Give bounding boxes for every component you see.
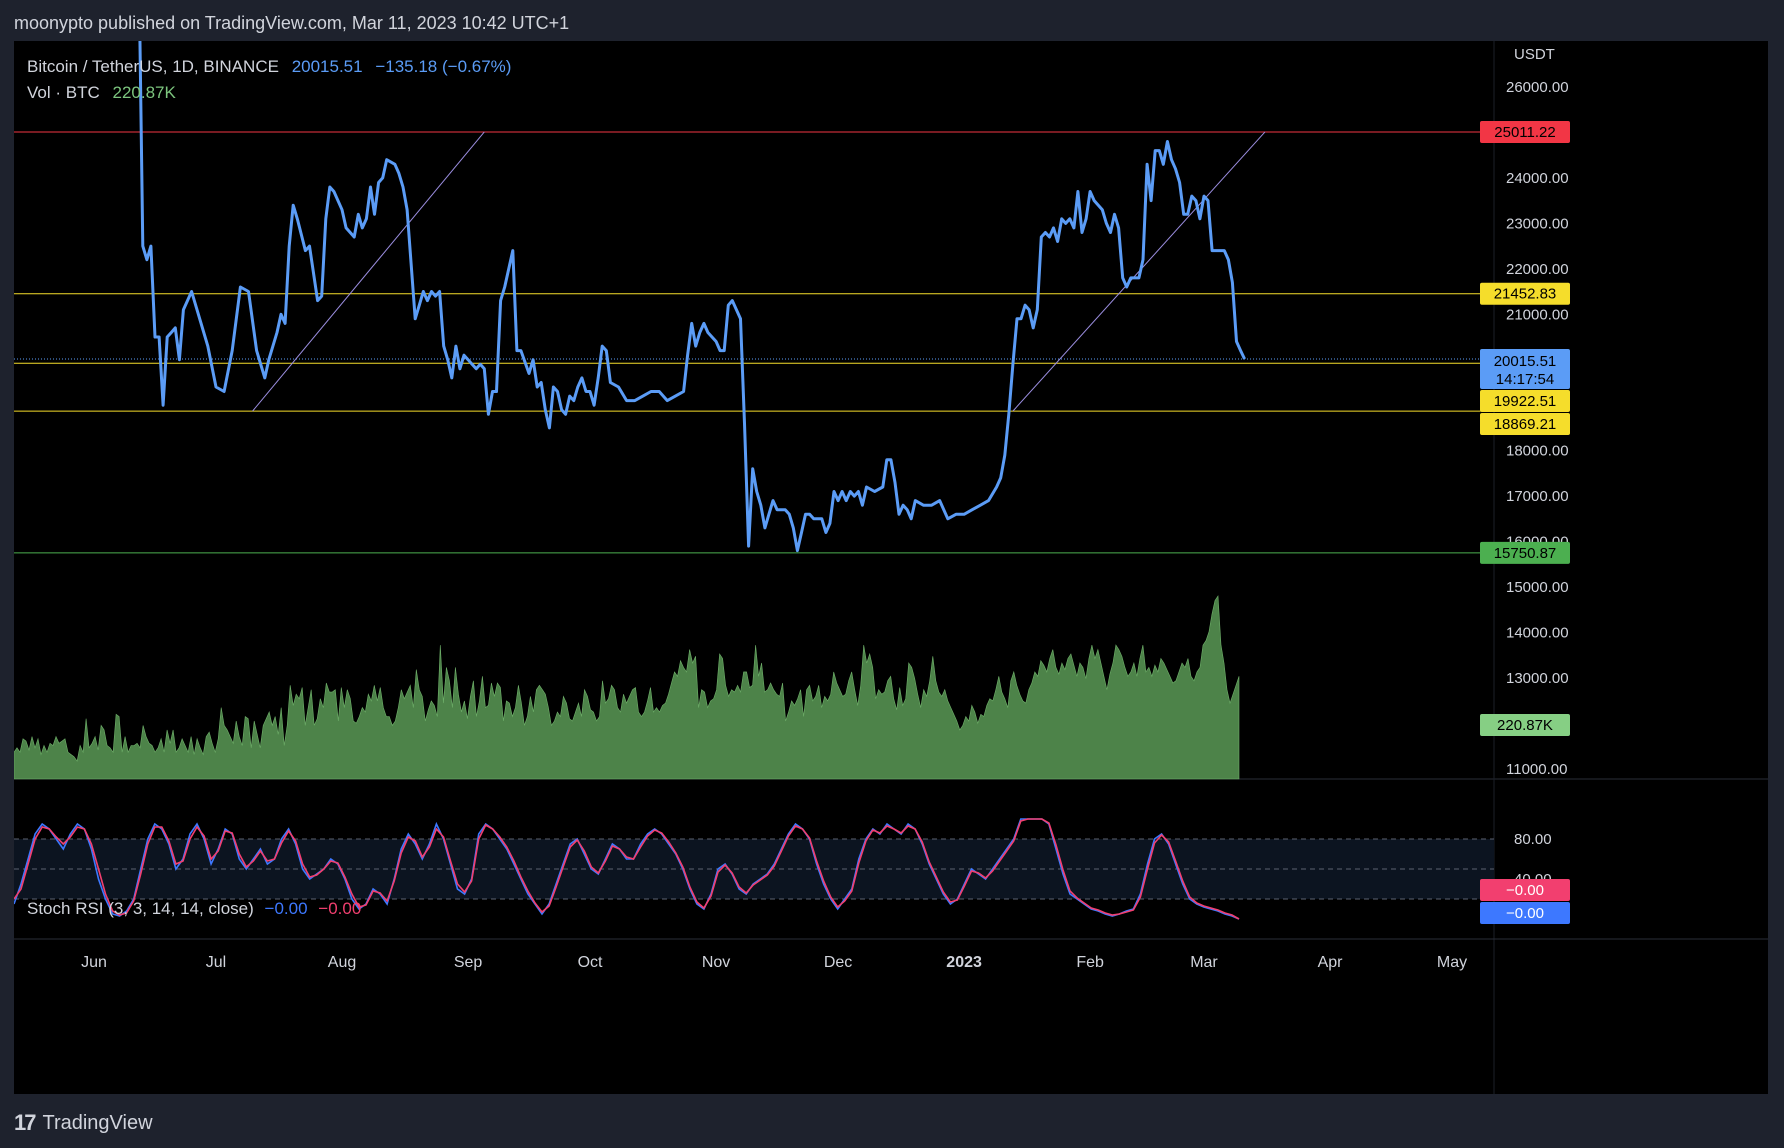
levels-layer bbox=[14, 131, 1494, 554]
x-tick-label: Jul bbox=[206, 954, 226, 971]
x-tick-label: Apr bbox=[1318, 954, 1344, 971]
y-tick-label: 22000.00 bbox=[1506, 261, 1569, 278]
trendlines-layer bbox=[252, 131, 1266, 412]
rsi-tick-label: 80.00 bbox=[1514, 831, 1552, 848]
y-tick-label: 17000.00 bbox=[1506, 488, 1569, 505]
x-tick-label: Sep bbox=[454, 954, 483, 971]
x-tick-label: Aug bbox=[328, 954, 356, 971]
price-layer bbox=[138, 41, 1246, 553]
y-tick-label: 11000.00 bbox=[1506, 761, 1567, 778]
publish-header: moonypto published on TradingView.com, M… bbox=[14, 13, 570, 33]
x-tick-label: Feb bbox=[1076, 954, 1104, 971]
y-tick-label: 15000.00 bbox=[1506, 579, 1569, 596]
volume-layer bbox=[14, 595, 1240, 780]
level-tag-1: 21452.83 bbox=[1494, 286, 1557, 303]
level-tag-0: 25011.22 bbox=[1494, 124, 1555, 141]
current-price-tag: 20015.51 bbox=[1494, 353, 1557, 370]
x-tick-label: Nov bbox=[702, 954, 730, 971]
currency-label: USDT bbox=[1514, 46, 1555, 63]
level-tag-4: 15750.87 bbox=[1494, 545, 1557, 562]
rsi-d-tag: −0.00 bbox=[1506, 882, 1544, 899]
stoch-rsi-legend: Stoch RSI (3, 3, 14, 14, close) −0.00 −0… bbox=[27, 899, 361, 919]
x-tick-label: 2023 bbox=[946, 954, 982, 971]
volume-tag: 220.87K bbox=[1497, 717, 1553, 734]
chart-legend: Bitcoin / TetherUS, 1D, BINANCE 20015.51… bbox=[27, 54, 511, 106]
grid bbox=[14, 41, 1768, 1094]
x-tick-label: May bbox=[1437, 954, 1467, 971]
y-tick-label: 13000.00 bbox=[1506, 670, 1569, 687]
chart-svg[interactable]: USDT 26000.00 24000.00 23000.00 22000.00 2100… bbox=[14, 41, 1768, 1094]
volume-label[interactable]: Vol · BTC bbox=[27, 83, 100, 102]
price-line bbox=[138, 41, 1246, 553]
level-tag-3: 18869.21 bbox=[1494, 416, 1557, 433]
footer: 17 TradingView bbox=[14, 1108, 153, 1138]
level-tag-2: 19922.51 bbox=[1494, 393, 1557, 410]
volume-area bbox=[14, 595, 1240, 780]
chart-frame[interactable]: USDT 26000.00 24000.00 23000.00 22000.00 2100… bbox=[14, 41, 1768, 1094]
price-change: −135.18 (−0.67%) bbox=[375, 57, 512, 76]
y-tick-label: 26000.00 bbox=[1506, 79, 1569, 96]
axis-layer: USDT 26000.00 24000.00 23000.00 22000.00 2100… bbox=[81, 46, 1568, 971]
countdown-tag: 14:17:54 bbox=[1496, 371, 1554, 388]
y-tick-label: 18000.00 bbox=[1506, 443, 1569, 460]
stoch-rsi-d-value: −0.00 bbox=[318, 899, 362, 918]
current-price-value: 20015.51 bbox=[291, 57, 363, 76]
x-tick-label: Jun bbox=[81, 954, 107, 971]
y-tick-label: 14000.00 bbox=[1506, 624, 1569, 641]
tradingview-brand[interactable]: TradingView bbox=[42, 1112, 152, 1135]
x-tick-label: Mar bbox=[1190, 954, 1218, 971]
x-tick-label: Oct bbox=[578, 954, 603, 971]
rsi-k-tag: −0.00 bbox=[1506, 905, 1544, 922]
symbol-title[interactable]: Bitcoin / TetherUS, 1D, BINANCE bbox=[27, 57, 279, 76]
x-tick-label: Dec bbox=[824, 954, 852, 971]
stoch-rsi-k-value: −0.00 bbox=[264, 899, 308, 918]
stoch-rsi-label[interactable]: Stoch RSI (3, 3, 14, 14, close) bbox=[27, 899, 254, 918]
y-tick-label: 24000.00 bbox=[1506, 170, 1569, 187]
volume-value: 220.87K bbox=[112, 83, 176, 102]
tradingview-logo-icon[interactable]: 17 bbox=[14, 1110, 37, 1136]
y-tick-label: 23000.00 bbox=[1506, 215, 1569, 232]
y-tick-label: 21000.00 bbox=[1506, 306, 1569, 323]
